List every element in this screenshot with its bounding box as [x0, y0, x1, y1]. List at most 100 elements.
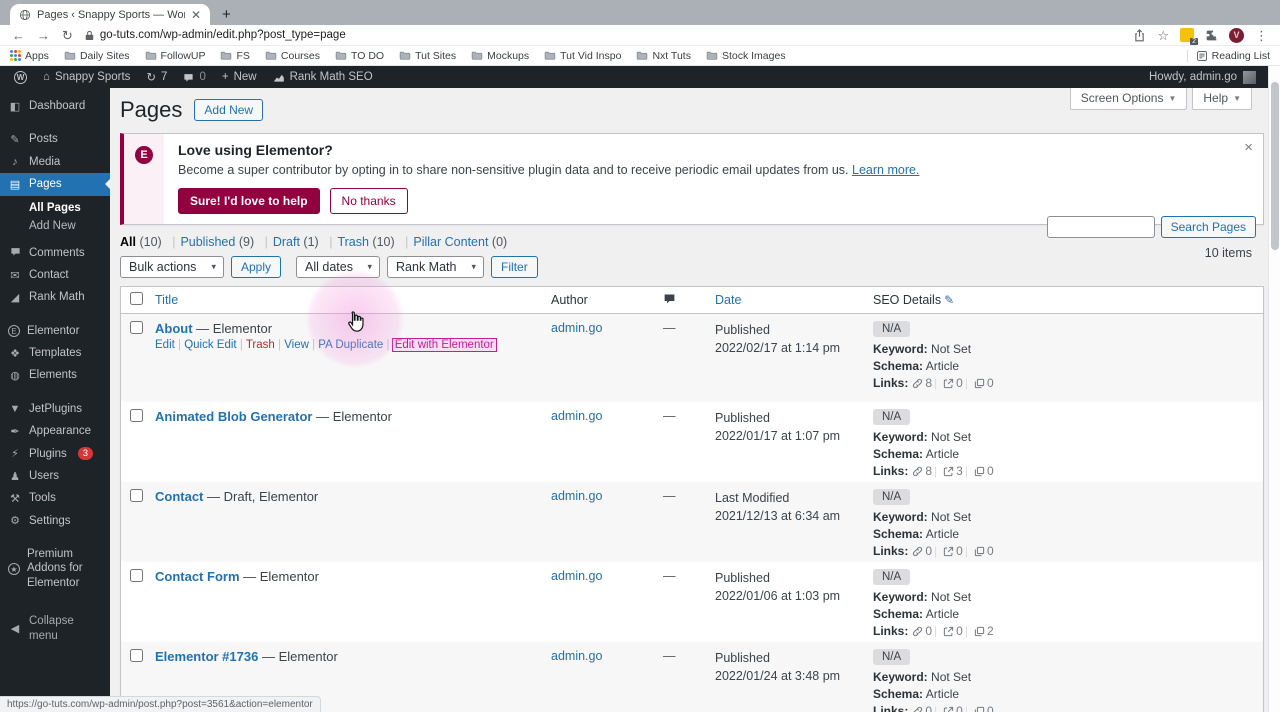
author-link[interactable]: admin.go — [551, 409, 602, 423]
row-checkbox[interactable] — [130, 408, 143, 422]
bookmark-item[interactable]: Tut Vid Inspo — [544, 50, 621, 62]
folder-icon — [220, 50, 232, 61]
screen-options-button[interactable]: Screen Options ▼ — [1069, 88, 1188, 110]
new-content-menu[interactable]: + New — [214, 66, 265, 88]
filter-button[interactable]: Filter — [491, 255, 538, 278]
sort-date-header[interactable]: Date — [715, 293, 741, 307]
row-checkbox[interactable] — [130, 488, 143, 502]
page-title-link[interactable]: Contact — [155, 489, 203, 504]
seo-cell: N/A Keyword: Not Set Schema: Article Lin… — [873, 568, 994, 638]
bookmark-item[interactable]: Tut Sites — [399, 50, 456, 62]
tab-title: Pages ‹ Snappy Sports — Word — [37, 8, 185, 21]
search-pages-button[interactable]: Search Pages — [1160, 216, 1256, 238]
bookmark-item[interactable]: TO DO — [335, 50, 384, 62]
reading-list-button[interactable]: Reading List — [1196, 50, 1270, 62]
select-all-checkbox[interactable] — [130, 291, 143, 305]
seo-filter-select[interactable]: Rank Math — [387, 255, 485, 278]
sidebar-subitem-all-pages[interactable]: All Pages — [29, 199, 110, 217]
sidebar-item-templates[interactable]: ❖ Templates — [0, 342, 110, 364]
tab-close-icon[interactable]: ✕ — [191, 8, 201, 22]
row-checkbox[interactable] — [130, 648, 143, 662]
page-title-link[interactable]: About — [155, 321, 193, 336]
row-checkbox[interactable] — [130, 568, 143, 582]
sidebar-item-rank-math[interactable]: ◢ Rank Math — [0, 286, 110, 308]
row-checkbox[interactable] — [130, 320, 143, 334]
address-field[interactable]: go-tuts.com/wp-admin/edit.php?post_type=… — [85, 29, 346, 41]
collapse-menu-button[interactable]: ◀ Collapse menu — [0, 610, 110, 647]
sidebar-item-tools[interactable]: ⚒ Tools — [0, 487, 110, 509]
account-menu[interactable]: Howdy, admin.go — [1149, 70, 1274, 84]
notice-close-icon[interactable]: × — [1244, 139, 1253, 156]
updates-menu[interactable]: ↻ 7 — [138, 66, 175, 88]
internal-links-icon — [913, 706, 923, 712]
bookmark-item[interactable]: Apps — [10, 50, 49, 62]
sidebar-item-appearance[interactable]: ✒ Appearance — [0, 420, 110, 442]
extension-icon[interactable]: 2 — [1180, 28, 1198, 45]
learn-more-link[interactable]: Learn more. — [852, 163, 919, 177]
profile-avatar-icon[interactable]: V — [1229, 27, 1244, 43]
search-input[interactable] — [1046, 216, 1155, 238]
row-action-trash[interactable]: Trash — [246, 339, 284, 351]
sidebar-item-pages[interactable]: ▤ Pages — [0, 173, 110, 196]
scrollbar-thumb[interactable] — [1271, 82, 1279, 250]
add-new-button[interactable]: Add New — [194, 99, 264, 121]
bookmark-item[interactable]: Nxt Tuts — [636, 50, 691, 62]
share-icon[interactable] — [1133, 28, 1146, 42]
bookmark-star-icon[interactable]: ☆ — [1157, 29, 1169, 42]
sidebar-item-contact[interactable]: ✉ Contact — [0, 264, 110, 286]
sidebar-item-comments[interactable]: Comments — [0, 242, 110, 264]
bookmark-item[interactable]: FS — [220, 50, 250, 62]
sidebar-item-elementor[interactable]: E Elementor — [0, 320, 110, 342]
browser-tab[interactable]: Pages ‹ Snappy Sports — Word ✕ — [10, 4, 210, 25]
bookmark-item[interactable]: Courses — [265, 50, 320, 62]
author-link[interactable]: admin.go — [551, 489, 602, 503]
rank-math-menu[interactable]: Rank Math SEO — [265, 66, 381, 88]
page-title-link[interactable]: Elementor #1736 — [155, 649, 258, 664]
pencil-icon[interactable]: ✎ — [944, 293, 954, 307]
row-action-edit[interactable]: Edit — [155, 339, 184, 351]
sidebar-item-media[interactable]: ♪ Media — [0, 151, 110, 173]
author-link[interactable]: admin.go — [551, 569, 602, 583]
sidebar-subitem-add-new[interactable]: Add New — [29, 217, 110, 235]
sidebar-item-users[interactable]: ♟ Users — [0, 465, 110, 487]
browser-menu-icon[interactable]: ⋮ — [1255, 29, 1268, 42]
refresh-icon[interactable]: ↻ — [62, 29, 73, 42]
bookmark-item[interactable]: FollowUP — [145, 50, 205, 62]
page-scrollbar[interactable] — [1268, 66, 1280, 712]
sidebar-item-elements[interactable]: ◍ Elements — [0, 364, 110, 386]
sidebar-item-premium-addons[interactable]: ★ Premium Addons for Elementor — [0, 543, 110, 594]
new-tab-button[interactable]: + — [222, 7, 231, 22]
sidebar-item-plugins[interactable]: ⚡ Plugins 3 — [0, 443, 110, 465]
page-title-link[interactable]: Animated Blob Generator — [155, 409, 312, 424]
sort-title-header[interactable]: Title — [155, 293, 178, 307]
sidebar-item-settings[interactable]: ⚙ Settings — [0, 510, 110, 532]
table-row: Animated Blob Generator — Elementor admi… — [121, 402, 1263, 482]
sidebar-item-dashboard[interactable]: ◧ Dashboard — [0, 95, 110, 117]
row-action-view[interactable]: View — [284, 339, 318, 351]
row-action-pa-duplicate[interactable]: PA Duplicate — [318, 339, 392, 351]
back-icon[interactable]: ← — [12, 29, 25, 42]
sidebar-item-jetplugins[interactable]: ▼ JetPlugins — [0, 398, 110, 420]
author-header: Author — [551, 292, 588, 307]
author-link[interactable]: admin.go — [551, 321, 602, 335]
page-title-link[interactable]: Contact Form — [155, 569, 240, 584]
comments-menu[interactable]: 0 — [175, 66, 213, 88]
sidebar-item-posts[interactable]: ✎ Posts — [0, 128, 110, 150]
notice-accept-button[interactable]: Sure! I'd love to help — [178, 187, 320, 214]
bookmark-item[interactable]: Stock Images — [706, 50, 786, 62]
dates-filter-select[interactable]: All dates — [296, 255, 381, 278]
row-action-quick-edit[interactable]: Quick Edit — [184, 339, 246, 351]
site-name-menu[interactable]: ⌂ Snappy Sports — [35, 66, 138, 88]
extensions-puzzle-icon[interactable] — [1205, 29, 1218, 42]
forward-icon[interactable]: → — [37, 29, 50, 42]
help-button[interactable]: Help ▼ — [1192, 88, 1252, 110]
bookmark-item[interactable]: Daily Sites — [64, 50, 130, 62]
bookmark-item[interactable]: Mockups — [471, 50, 529, 62]
apply-button[interactable]: Apply — [231, 255, 282, 278]
bulk-actions-select[interactable]: Bulk actions — [120, 255, 224, 278]
notice-decline-button[interactable]: No thanks — [329, 187, 408, 214]
row-action-edit-with-elementor[interactable]: Edit with Elementor — [391, 337, 497, 352]
author-link[interactable]: admin.go — [551, 649, 602, 663]
date-cell: Last Modified 2021/12/13 at 6:34 am — [715, 489, 873, 562]
wp-logo-menu[interactable]: W — [6, 66, 35, 88]
